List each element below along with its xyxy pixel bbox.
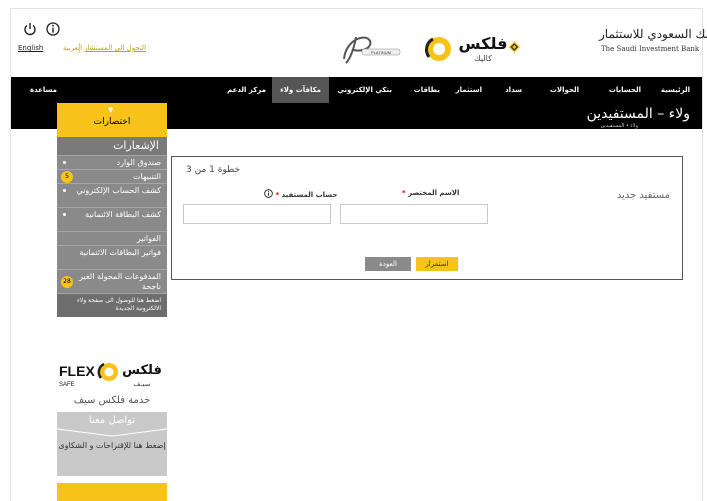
nickname-label: * الاسم المختصر	[402, 189, 459, 197]
page: English العربية التحول الى المستشار PLAT…	[10, 8, 707, 501]
sidebar-item-label: صندوق الوارد	[116, 158, 161, 167]
nickname-field[interactable]	[340, 204, 488, 224]
yellow-banner	[57, 483, 167, 501]
sidebar-item-label: المدفوعات المحولة الغير ناجحة	[79, 272, 161, 291]
info-icon[interactable]	[46, 22, 60, 36]
nav-item-walaa-rewards[interactable]: مكافآت ولاء	[272, 77, 329, 103]
flex-safe-brand-ar: فلكس	[122, 363, 162, 378]
platinum-text: PLATINUM	[371, 50, 391, 55]
nav-item-investment[interactable]: استثمار	[456, 77, 482, 103]
bullet-icon	[63, 213, 66, 216]
step-indicator: خطوة 1 من 3	[186, 165, 241, 175]
nav-item-accounts[interactable]: الحسابات	[609, 77, 641, 103]
flex-logo-sub: كاليك	[474, 54, 492, 63]
bank-name-english: The Saudi Investment Bank	[601, 45, 700, 53]
info-icon[interactable]	[264, 189, 273, 198]
header: English العربية التحول الى المستشار PLAT…	[11, 9, 707, 87]
shortcuts-dropdown[interactable]: ▼ اختصارات	[57, 103, 167, 137]
nickname-label-text: الاسم المختصر	[408, 189, 460, 197]
platinum-logo: PLATINUM	[343, 36, 401, 64]
account-label: * حساب المستفيد	[264, 189, 337, 199]
switch-advisor-link[interactable]: التحول الى المستشار	[84, 44, 146, 52]
flex-safe-brand-ar-sub: سيـف	[133, 380, 150, 388]
contact-us-box[interactable]: تواصل معنا إضغط هنا للإقتراحات و الشكاوى	[57, 412, 167, 476]
count-badge: 28	[61, 276, 73, 288]
nav-item-home[interactable]: الرئيسية	[661, 77, 690, 103]
flex-safe-caption[interactable]: خدمة فلكس سيف	[57, 395, 167, 406]
complaints-link[interactable]: إضغط هنا للإقتراحات و الشكاوى	[57, 440, 167, 451]
beneficiary-account-field[interactable]	[183, 204, 331, 224]
notifications-sidebar: الإشعارات صندوق الوارد 5 التنبيهات كشف ا…	[57, 137, 167, 317]
nav-item-transfers[interactable]: الحوالات	[550, 77, 579, 103]
new-beneficiary-form: خطوة 1 من 3 مستفيد جديد * الاسم المختصر …	[171, 156, 683, 280]
sidebar-heading: الإشعارات	[57, 137, 167, 155]
sidebar-item-card-statement[interactable]: كشف البطاقة الائتمانية	[57, 207, 167, 231]
walaa-portal-link[interactable]: اضغط هنا للوصول الى صفحة ولاء الالكتروني…	[57, 293, 167, 317]
nav-item-sadad[interactable]: سداد	[505, 77, 522, 103]
sidebar-item-label: التنبيهات	[133, 172, 161, 181]
nav-item-support[interactable]: مركز الدعم	[227, 77, 266, 103]
language-english-link[interactable]: English	[18, 44, 43, 52]
breadcrumb: ولاء • المستفيدين	[600, 123, 638, 129]
sidebar-item-failed-payments[interactable]: 28 المدفوعات المحولة الغير ناجحة	[57, 269, 167, 293]
required-mark: *	[402, 189, 406, 197]
bullet-icon	[63, 189, 66, 192]
nav-item-help[interactable]: مساعدة	[30, 77, 57, 103]
flex-safe-logo[interactable]: FLEX SAFE فلكس سيـف	[57, 356, 167, 392]
sidebar-item-bills[interactable]: الفواتير	[57, 231, 167, 245]
divider-chevron	[57, 428, 167, 437]
sidebar-item-label: كشف البطاقة الائتمانية	[85, 210, 161, 219]
saib-logo	[508, 41, 520, 53]
sidebar-item-label: فواتير البطاقات الائتمانية	[79, 248, 161, 257]
bank-name-arabic: البنك السعودي للاستثمار	[599, 27, 707, 41]
flex-safe-brand-en-sub: SAFE	[59, 382, 75, 388]
shortcuts-label: اختصارات	[93, 117, 131, 127]
page-title: ولاء – المستفيدين	[586, 106, 690, 122]
sidebar-item-label: كشف الحساب الإلكتروني	[76, 186, 161, 195]
form-heading: مستفيد جديد	[616, 190, 670, 201]
language-divider	[79, 43, 80, 53]
contact-title: تواصل معنا	[88, 415, 136, 426]
power-icon[interactable]	[23, 22, 37, 36]
sidebar-item-account-statement[interactable]: كشف الحساب الإلكتروني	[57, 183, 167, 207]
count-badge: 5	[61, 171, 73, 183]
sidebar-item-label: الفواتير	[136, 234, 161, 243]
back-button[interactable]: العودة	[365, 257, 411, 271]
flex-logo-arabic: فلكس	[459, 34, 508, 53]
nav-item-ebanking[interactable]: بنكي الإلكتروني	[337, 77, 392, 103]
sidebar-item-alerts[interactable]: 5 التنبيهات	[57, 169, 167, 183]
sidebar-item-inbox[interactable]: صندوق الوارد	[57, 155, 167, 169]
bullet-icon	[63, 161, 66, 164]
flex-safe-brand-en: FLEX	[59, 363, 95, 379]
sidebar-item-card-bills[interactable]: فواتير البطاقات الائتمانية	[57, 245, 167, 269]
chevron-down-icon: ▼	[108, 106, 114, 114]
account-label-text: حساب المستفيد	[281, 191, 338, 199]
continue-button[interactable]: استمرار	[416, 257, 458, 271]
nav-item-cards[interactable]: بطاقات	[414, 77, 440, 103]
main-nav: الرئيسية الحسابات الحوالات سداد استثمار …	[11, 77, 702, 103]
required-mark: *	[275, 191, 280, 199]
